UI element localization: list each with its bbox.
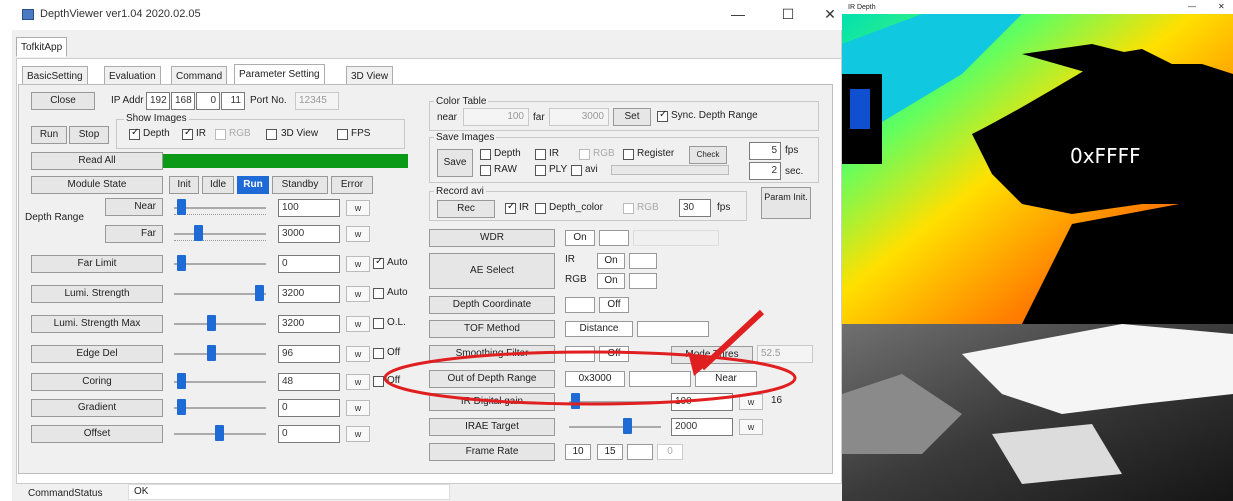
out-of-range-overlay-label: 0xFFFF bbox=[1070, 144, 1141, 168]
annotation-overlay bbox=[383, 309, 797, 406]
preview-close-icon[interactable]: ✕ bbox=[1218, 0, 1225, 14]
preview-title: IR Depth bbox=[848, 4, 876, 11]
preview-titlebar: IR Depth — ✕ bbox=[842, 0, 1233, 14]
depth-preview-window: IR Depth — ✕ 0xFFFF bbox=[842, 0, 1233, 501]
depth-viewer-window: DepthViewer ver1.04 2020.02.05 — ☐ ✕ Tof… bbox=[12, 0, 842, 501]
preview-minimize-icon[interactable]: — bbox=[1188, 0, 1196, 14]
red-ellipse bbox=[383, 350, 797, 406]
depth-image bbox=[842, 14, 1233, 501]
